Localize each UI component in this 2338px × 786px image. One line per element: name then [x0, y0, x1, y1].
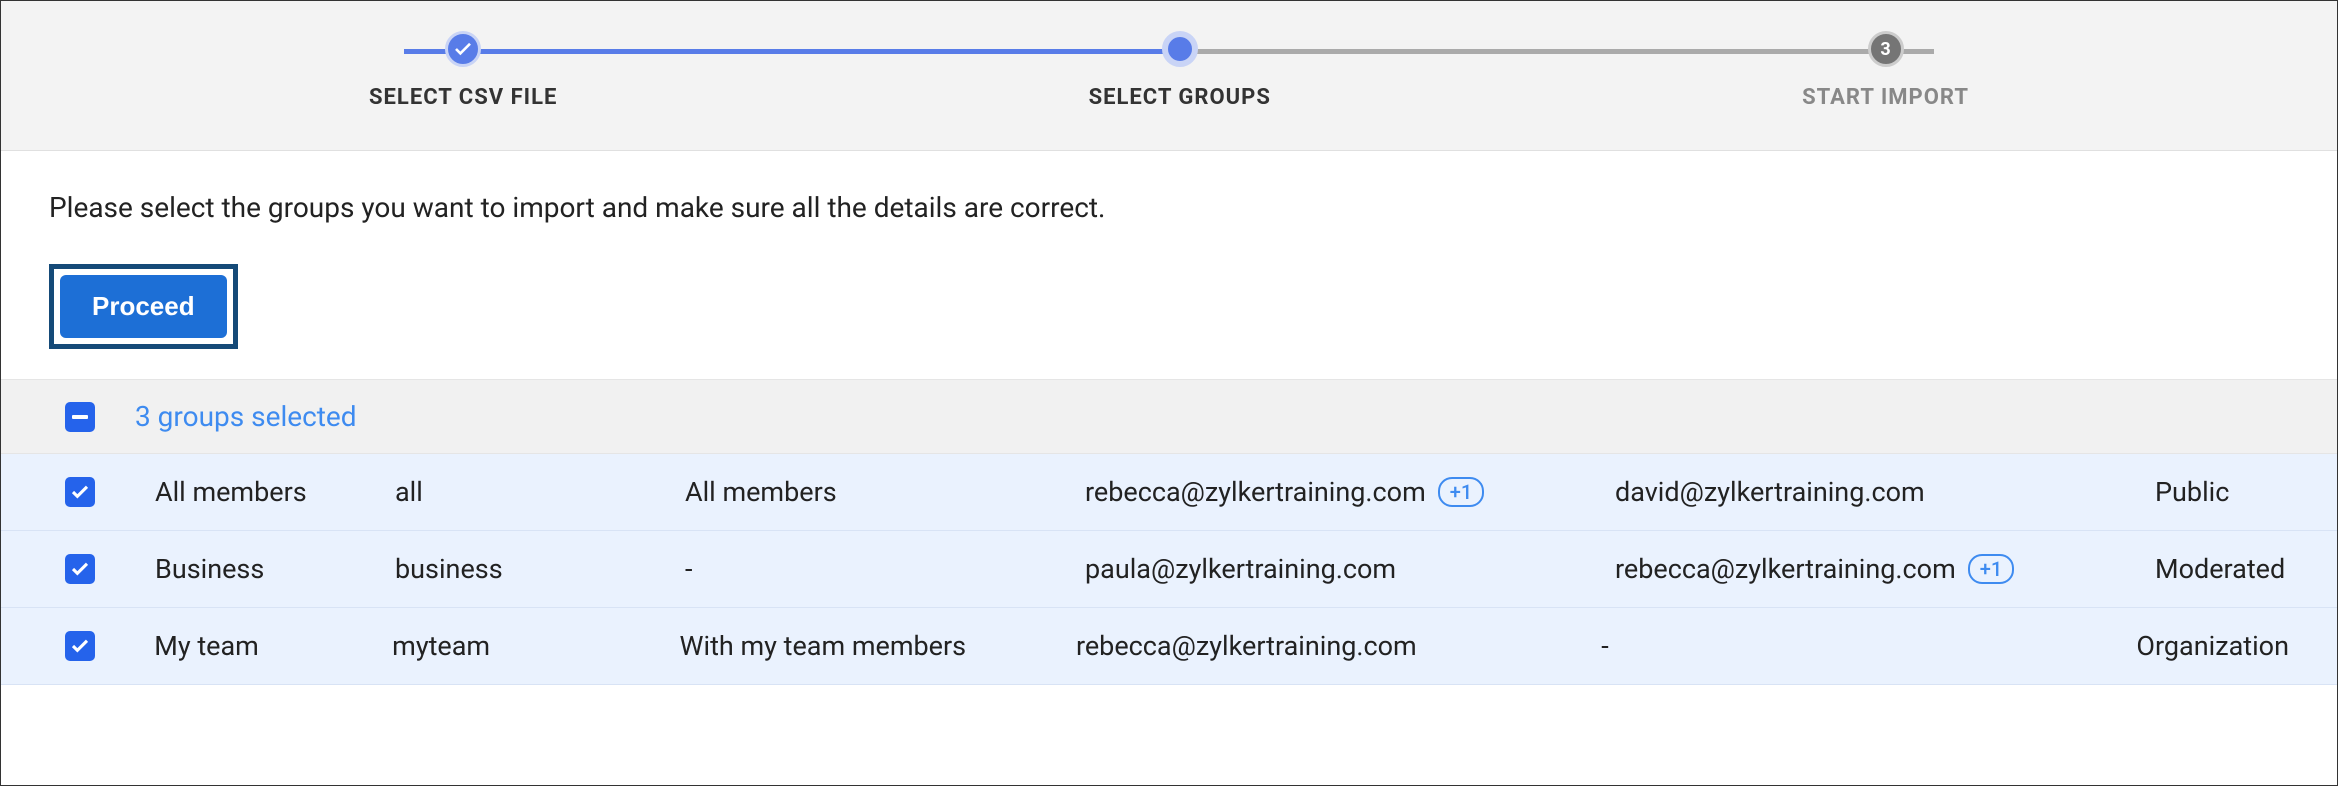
- more-badge[interactable]: +1: [1968, 554, 2014, 584]
- group-email-1: rebecca@zylkertraining.com: [1085, 476, 1426, 508]
- groups-table: 3 groups selected All members all All me…: [1, 379, 2337, 685]
- group-name: My team: [144, 630, 392, 662]
- row-checkbox[interactable]: [65, 477, 95, 507]
- table-row: Business business - paula@zylkertraining…: [1, 531, 2337, 608]
- check-icon: [71, 639, 89, 653]
- instruction-text: Please select the groups you want to imp…: [49, 191, 2289, 224]
- step-1-label: SELECT CSV FILE: [369, 85, 557, 110]
- group-email-2: david@zylkertraining.com: [1615, 476, 1925, 508]
- table-row: My team myteam With my team members rebe…: [1, 608, 2337, 685]
- group-type: Moderated: [2155, 553, 2289, 585]
- step-2-label: SELECT GROUPS: [1089, 85, 1271, 110]
- more-badge[interactable]: +1: [1438, 477, 1484, 507]
- check-icon: [71, 562, 89, 576]
- group-alias: business: [395, 553, 685, 585]
- stepper-container: SELECT CSV FILE SELECT GROUPS 3 START IM…: [1, 1, 2337, 151]
- step-1: SELECT CSV FILE: [369, 31, 557, 110]
- check-icon: [71, 485, 89, 499]
- table-header-row: 3 groups selected: [1, 379, 2337, 454]
- step-2: SELECT GROUPS: [1089, 31, 1271, 110]
- group-type: Public: [2155, 476, 2289, 508]
- step-3: 3 START IMPORT: [1802, 31, 1969, 110]
- group-name: Business: [145, 553, 395, 585]
- group-type: Organization: [2136, 630, 2289, 662]
- group-description: -: [685, 553, 1085, 585]
- group-alias: all: [395, 476, 685, 508]
- proceed-highlight: Proceed: [49, 264, 238, 349]
- table-row: All members all All members rebecca@zylk…: [1, 454, 2337, 531]
- step-3-label: START IMPORT: [1802, 85, 1969, 110]
- proceed-button[interactable]: Proceed: [60, 275, 227, 338]
- row-checkbox[interactable]: [65, 631, 95, 661]
- row-checkbox[interactable]: [65, 554, 95, 584]
- step-1-circle: [445, 31, 481, 67]
- stepper: SELECT CSV FILE SELECT GROUPS 3 START IM…: [349, 31, 1989, 110]
- group-email-2: -: [1601, 630, 1608, 662]
- step-3-number: 3: [1880, 39, 1890, 60]
- selected-count: 3 groups selected: [135, 400, 357, 433]
- check-icon: [454, 42, 472, 56]
- group-name: All members: [145, 476, 395, 508]
- group-description: With my team members: [680, 630, 1076, 662]
- group-alias: myteam: [392, 630, 679, 662]
- content-area: Please select the groups you want to imp…: [1, 151, 2337, 685]
- step-3-circle: 3: [1868, 31, 1904, 67]
- group-email-1: paula@zylkertraining.com: [1085, 553, 1396, 585]
- step-2-circle: [1162, 31, 1198, 67]
- group-email-1: rebecca@zylkertraining.com: [1076, 630, 1417, 662]
- group-description: All members: [685, 476, 1085, 508]
- group-email-2: rebecca@zylkertraining.com: [1615, 553, 1956, 585]
- select-all-checkbox[interactable]: [65, 402, 95, 432]
